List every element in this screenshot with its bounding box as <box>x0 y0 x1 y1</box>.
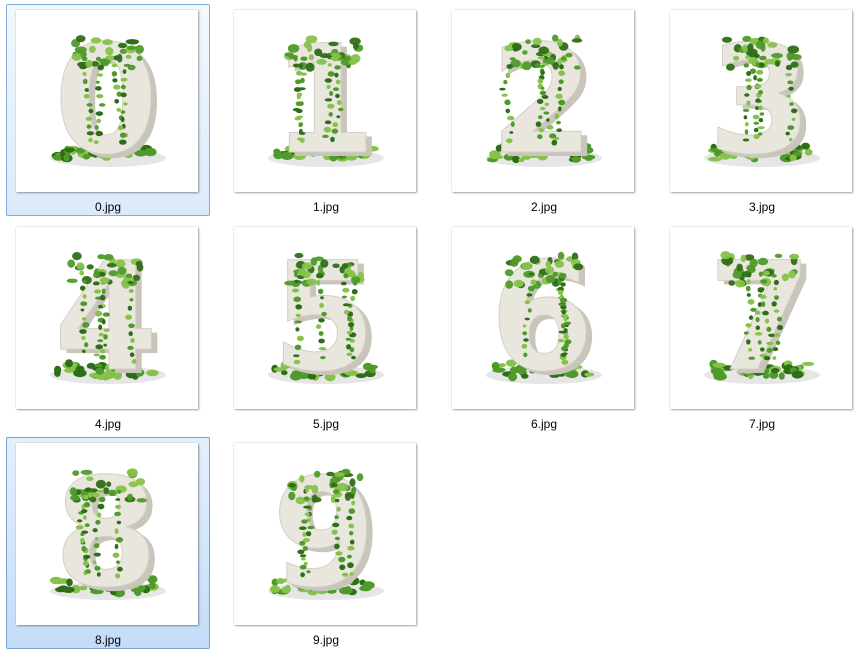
file-name-label[interactable]: 3.jpg <box>661 200 862 214</box>
ivy-number-5-image: 55 <box>268 231 384 409</box>
ivy-number-8-image: 88 <box>49 447 166 625</box>
file-name-label[interactable]: 0.jpg <box>7 200 209 214</box>
svg-text:8: 8 <box>54 447 158 621</box>
ivy-number-9-image: 99 <box>268 447 384 625</box>
svg-text:9: 9 <box>272 447 376 621</box>
ivy-number-6-image: 66 <box>486 231 602 409</box>
file-item[interactable]: 9 9 9.jpg <box>224 437 428 649</box>
file-name-label[interactable]: 5.jpg <box>225 417 427 431</box>
file-name-label[interactable]: 2.jpg <box>443 200 645 214</box>
file-thumbnail[interactable]: 00 <box>16 10 198 192</box>
file-name-label[interactable]: 4.jpg <box>7 417 209 431</box>
file-thumbnail[interactable]: 77 <box>670 227 852 409</box>
file-item[interactable]: 7 7 7.jpg <box>660 221 862 433</box>
ivy-number-0-image: 00 <box>50 14 166 192</box>
file-name-label[interactable]: 1.jpg <box>225 200 427 214</box>
file-thumbnail[interactable]: 99 <box>234 443 416 625</box>
ivy-number-7-image: 77 <box>704 231 820 409</box>
file-item[interactable]: 8 8 8.jpg <box>6 437 210 649</box>
file-name-label[interactable]: 8.jpg <box>7 633 209 647</box>
file-thumbnail[interactable]: 22 <box>452 10 634 192</box>
file-item[interactable]: 3 3 3.jpg <box>660 4 862 216</box>
svg-text:6: 6 <box>490 231 594 405</box>
file-thumbnail[interactable]: 44 <box>16 227 198 409</box>
ivy-number-2-image: 22 <box>486 14 602 192</box>
file-thumbnail-grid: 0 0 0.jpg 1 1 1.jpg 2 2 2.jpg 3 3 3.jpg 4 4 4.jpg 5 5 5.j… <box>0 0 862 652</box>
ivy-number-1-image: 11 <box>268 14 384 192</box>
ivy-number-3-image: 33 <box>704 14 820 192</box>
ivy-number-4-image: 44 <box>50 231 166 409</box>
file-item[interactable]: 4 4 4.jpg <box>6 221 210 433</box>
file-thumbnail[interactable]: 11 <box>234 10 416 192</box>
file-thumbnail[interactable]: 66 <box>452 227 634 409</box>
file-item[interactable]: 0 0 0.jpg <box>6 4 210 216</box>
file-item[interactable]: 5 5 5.jpg <box>224 221 428 433</box>
file-name-label[interactable]: 6.jpg <box>443 417 645 431</box>
file-item[interactable]: 1 1 1.jpg <box>224 4 428 216</box>
file-thumbnail[interactable]: 88 <box>16 443 198 625</box>
file-item[interactable]: 6 6 6.jpg <box>442 221 646 433</box>
file-item[interactable]: 2 2 2.jpg <box>442 4 646 216</box>
svg-text:5: 5 <box>272 231 376 405</box>
file-thumbnail[interactable]: 55 <box>234 227 416 409</box>
file-name-label[interactable]: 7.jpg <box>661 417 862 431</box>
file-thumbnail[interactable]: 33 <box>670 10 852 192</box>
file-name-label[interactable]: 9.jpg <box>225 633 427 647</box>
